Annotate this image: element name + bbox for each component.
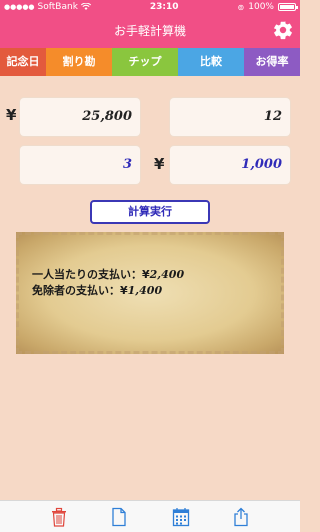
tab-split-bill[interactable]: 割り勘 <box>46 48 112 76</box>
exempt-result: 免除者の支払い：¥1,400 <box>32 282 162 298</box>
yen-symbol-exempt: ¥ <box>154 155 165 173</box>
tab-tip[interactable]: チップ <box>112 48 178 76</box>
battery-icon <box>277 3 298 11</box>
result-panel: 一人当たりの支払い：¥2,400 免除者の支払い：¥1,400 <box>16 232 284 354</box>
exempt-label: 免除者の支払い：¥ <box>32 284 128 297</box>
gear-icon[interactable] <box>272 19 294 41</box>
yen-symbol-total: ¥ <box>6 106 17 124</box>
bottom-toolbar <box>0 500 300 532</box>
share-icon[interactable] <box>232 507 250 527</box>
tab-discount-rate[interactable]: お得率 <box>244 48 300 76</box>
tab-anniversary[interactable]: 記念日 <box>0 48 46 76</box>
calendar-icon[interactable] <box>172 507 190 527</box>
people-count-field[interactable]: 12 <box>170 98 290 136</box>
status-time: 23:10 <box>149 2 179 12</box>
signal-icon: ●●●●● <box>4 3 35 11</box>
tab-bar: 記念日 割り勘 チップ 比較 お得率 <box>0 48 300 76</box>
exempt-amount: 1,400 <box>127 284 163 297</box>
per-person-label: 一人当たりの支払い：¥ <box>32 268 150 281</box>
per-person-amount: 2,400 <box>149 268 185 281</box>
exempt-amount-field[interactable]: 1,000 <box>170 146 290 184</box>
nav-bar: お手軽計算機 <box>0 14 300 48</box>
total-amount-field[interactable]: 25,800 <box>20 98 140 136</box>
page-title: お手軽計算機 <box>113 24 186 38</box>
carrier-label: SoftBank <box>37 2 78 12</box>
exempt-count-field[interactable]: 3 <box>20 146 140 184</box>
rotation-lock-icon: ⊚ <box>237 2 245 12</box>
wifi-icon <box>80 3 91 10</box>
per-person-result: 一人当たりの支払い：¥2,400 <box>32 266 184 282</box>
tab-compare[interactable]: 比較 <box>178 48 244 76</box>
calculate-button[interactable]: 計算実行 <box>90 200 210 224</box>
status-left: ●●●●● SoftBank <box>4 2 91 12</box>
trash-icon[interactable] <box>50 507 68 527</box>
status-right: ⊚ 100% <box>237 2 298 12</box>
document-icon[interactable] <box>110 507 128 527</box>
battery-percent: 100% <box>248 2 274 12</box>
status-bar: ●●●●● SoftBank 23:10 ⊚ 100% <box>0 0 300 14</box>
